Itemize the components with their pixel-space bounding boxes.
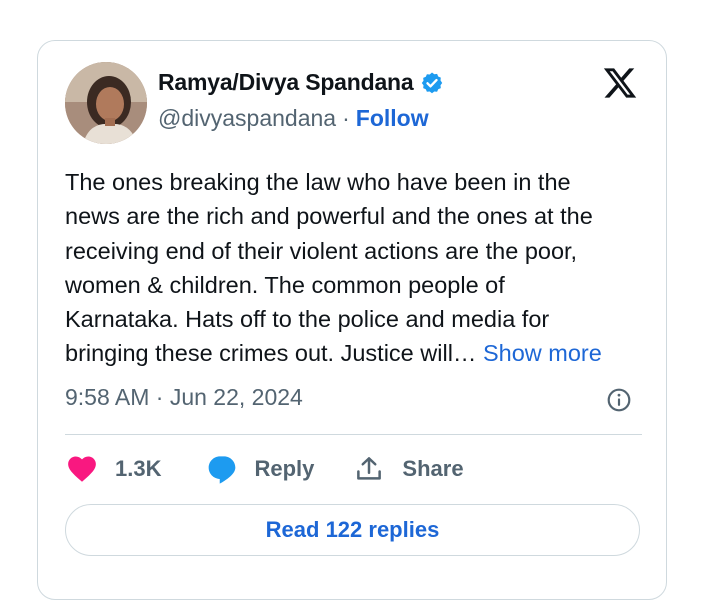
tweet-text-line: Karnataka. Hats off to the police and me… (65, 306, 550, 333)
author-name-row: Ramya/Divya Spandana (158, 69, 444, 96)
x-logo-icon[interactable] (602, 65, 638, 101)
avatar[interactable] (65, 62, 147, 144)
separator-dot: · (342, 105, 350, 131)
tweet-text-line: bringing these crimes out. Justice will… (65, 340, 477, 367)
tweet-actions: 1.3K Reply Share (66, 451, 464, 487)
reply-button[interactable]: Reply (205, 453, 314, 485)
author-handle-row: @divyaspandana · Follow (158, 105, 429, 132)
share-button[interactable]: Share (354, 454, 464, 484)
show-more-link[interactable]: Show more (483, 340, 602, 366)
author-handle[interactable]: @divyaspandana (158, 105, 336, 131)
tweet-text-line: women & children. The common people of (65, 271, 505, 298)
author-display-name[interactable]: Ramya/Divya Spandana (158, 69, 414, 96)
tweet-text-last-line: bringing these crimes out. Justice will…… (65, 336, 655, 370)
read-replies-button[interactable]: Read 122 replies (65, 504, 640, 556)
tweet-timestamp[interactable]: 9:58 AM · Jun 22, 2024 (65, 384, 303, 411)
divider (65, 434, 642, 435)
like-button[interactable]: 1.3K (66, 453, 161, 485)
speech-bubble-icon (209, 456, 236, 484)
tweet-text: The ones breaking the law who have been … (65, 165, 655, 371)
upload-icon (357, 457, 382, 480)
like-count: 1.3K (115, 456, 162, 481)
share-label: Share (402, 456, 464, 481)
avatar-image (65, 62, 147, 144)
tweet-text-line: receiving end of their violent actions a… (65, 237, 578, 264)
heart-icon (68, 456, 96, 482)
tweet-text-line: The ones breaking the law who have been … (65, 169, 571, 195)
reply-label: Reply (254, 456, 315, 481)
info-icon[interactable] (606, 387, 632, 413)
tweet-text-line: news are the rich and powerful and the o… (65, 203, 593, 230)
follow-button[interactable]: Follow (356, 105, 429, 131)
verified-badge-icon (420, 71, 444, 95)
tweet-card: Ramya/Divya Spandana @divyaspandana · Foll… (37, 40, 667, 600)
